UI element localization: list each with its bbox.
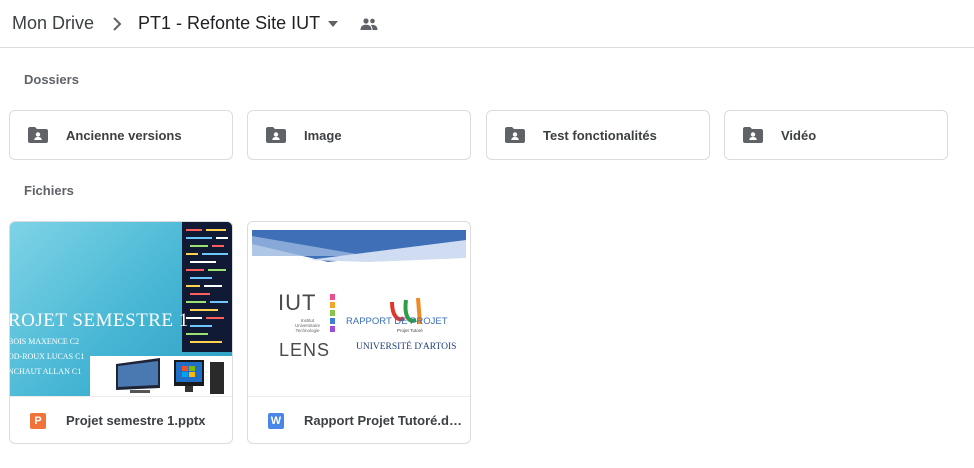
breadcrumb-current-folder[interactable]: PT1 - Refonte Site IUT (138, 13, 342, 34)
breadcrumb: Mon Drive PT1 - Refonte Site IUT (0, 0, 974, 48)
file-footer: P Projet semestre 1.pptx (10, 396, 232, 443)
folder-label: Vidéo (781, 127, 817, 143)
folders-section-label: Dossiers (24, 72, 79, 87)
current-folder-title: PT1 - Refonte Site IUT (138, 13, 321, 33)
folder-label: Image (304, 127, 342, 143)
slide-names: BOIS MAXENCE C2 OD-ROUX LUCAS C1 NCHAUT … (10, 334, 84, 379)
iut-logo-text: IUT (278, 290, 317, 315)
slide-title: ROJET SEMESTRE 1 (10, 310, 189, 331)
file-footer: W Rapport Projet Tutoré.do... (248, 396, 470, 443)
file-card-projet-semestre[interactable]: ROJET SEMESTRE 1 BOIS MAXENCE C2 OD-ROUX… (9, 221, 233, 444)
university-name: UNIVERSITÉ D'ARTOIS (356, 342, 457, 352)
file-card-rapport-projet[interactable]: IUT Institut Universitaire Technologie L… (247, 221, 471, 444)
shared-folder-icon (743, 127, 763, 143)
shared-folder-icon (28, 127, 48, 143)
slide-name-line: NCHAUT ALLAN C1 (10, 367, 82, 376)
breadcrumb-root-mon-drive[interactable]: Mon Drive (12, 13, 94, 34)
caret-down-icon[interactable] (328, 19, 342, 29)
lens-logo-text: LENS (279, 340, 331, 360)
folder-label: Ancienne versions (66, 127, 182, 143)
computers-image (90, 356, 232, 396)
folder-image[interactable]: Image (247, 110, 471, 160)
projet-tutore-label: Projet Tutoré (397, 328, 423, 333)
iut-color-bar (330, 294, 335, 332)
file-thumbnail: IUT Institut Universitaire Technologie L… (248, 222, 470, 396)
folder-test-fonctionalites[interactable]: Test fonctionalités (486, 110, 710, 160)
slide-name-line: BOIS MAXENCE C2 (10, 337, 80, 346)
rapport-title: RAPPORT DE PROJET (346, 316, 448, 327)
document-header-banner (252, 230, 466, 262)
people-icon[interactable] (360, 16, 380, 32)
files-section-label: Fichiers (24, 183, 74, 198)
shared-folder-icon (505, 127, 525, 143)
powerpoint-icon: P (30, 412, 46, 429)
folder-ancienne-versions[interactable]: Ancienne versions (9, 110, 233, 160)
file-thumbnail: ROJET SEMESTRE 1 BOIS MAXENCE C2 OD-ROUX… (10, 222, 232, 396)
chevron-right-icon (102, 14, 132, 34)
iut-subtitle: Institut Universitaire Technologie (295, 318, 320, 333)
slide-name-line: OD-ROUX LUCAS C1 (10, 352, 85, 361)
folder-video[interactable]: Vidéo (724, 110, 948, 160)
iut-subtitle-line: Technologie (295, 328, 320, 333)
file-name: Projet semestre 1.pptx (66, 413, 206, 428)
folder-label: Test fonctionalités (543, 127, 657, 143)
code-screen-image (182, 222, 232, 352)
shared-folder-icon (266, 127, 286, 143)
word-icon: W (268, 412, 284, 429)
file-name: Rapport Projet Tutoré.do... (304, 413, 464, 428)
